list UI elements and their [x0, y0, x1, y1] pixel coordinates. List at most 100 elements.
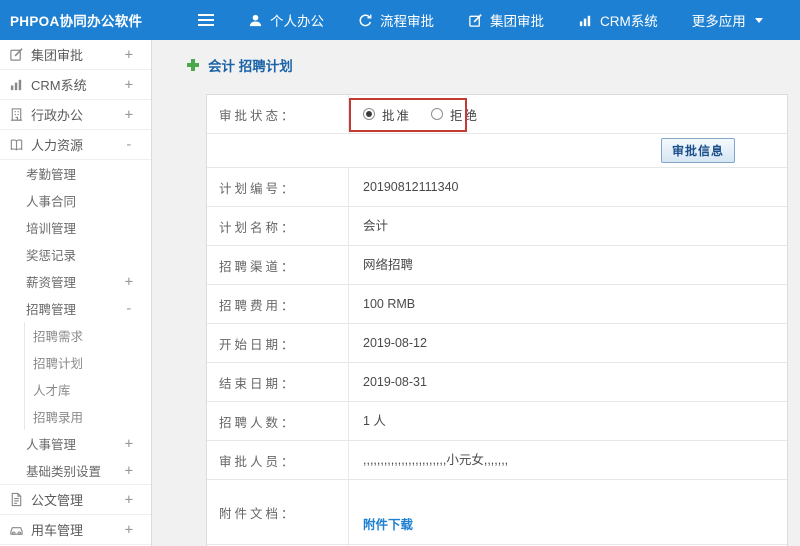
- sidebar-item-recruit-hire[interactable]: 招聘录用: [24, 403, 151, 430]
- collapse-icon[interactable]: -: [125, 137, 137, 153]
- radio-button-icon[interactable]: [363, 108, 375, 120]
- field-label: 附件文档：: [207, 480, 349, 544]
- sidebar-item-label: 招聘录用: [33, 411, 84, 425]
- field-label: 审批状态：: [207, 95, 349, 133]
- page-title-text: 会计 招聘计划: [208, 59, 293, 74]
- sidebar-item-talent-pool[interactable]: 人才库: [24, 376, 151, 403]
- approval-info-button[interactable]: 审批信息: [660, 138, 735, 163]
- nav-process-approval[interactable]: 流程审批: [358, 10, 434, 30]
- sidebar-item-document-mgmt[interactable]: 公文管理 +: [0, 485, 151, 515]
- sidebar-item-human-resources[interactable]: 人力资源 -: [0, 130, 151, 160]
- sidebar-item-label: CRM系统: [31, 78, 87, 93]
- sidebar-item-vehicle-mgmt[interactable]: 用车管理 +: [0, 515, 151, 545]
- radio-label[interactable]: 批准: [382, 105, 411, 124]
- field-label: 审批人员：: [207, 441, 349, 479]
- approval-info-row: 审批信息: [207, 134, 787, 168]
- sidebar-item-label: 人事合同: [26, 195, 77, 209]
- expand-icon[interactable]: +: [125, 107, 137, 123]
- field-value: 2019-08-12: [363, 336, 427, 350]
- nav-label: CRM系统: [600, 14, 658, 29]
- sidebar-item-rewards[interactable]: 奖惩记录: [0, 241, 151, 268]
- menu-toggle-icon[interactable]: [198, 14, 214, 26]
- sidebar-item-label: 培训管理: [26, 222, 77, 236]
- plus-icon: [186, 58, 200, 72]
- table-row: 审批人员： ,,,,,,,,,,,,,,,,,,,,,,,,小元女,,,,,,,: [207, 441, 787, 480]
- book-icon: [9, 137, 24, 152]
- nav-label: 集团审批: [490, 14, 544, 29]
- nav-label: 更多应用: [691, 14, 746, 29]
- expand-icon[interactable]: +: [125, 274, 137, 290]
- nav-crm-system[interactable]: CRM系统: [578, 10, 658, 30]
- sidebar: 集团审批 + CRM系统 + 行政办公 + 人力资源 - 考勤管理 人事合同 培…: [0, 40, 152, 546]
- sidebar-item-label: 考勤管理: [26, 168, 77, 182]
- person-icon: [248, 13, 263, 28]
- field-value: 会计: [363, 219, 389, 233]
- sidebar-item-label: 用车管理: [31, 523, 84, 538]
- app-logo: PHPOA协同办公软件: [10, 14, 143, 29]
- field-label: 计划编号：: [207, 168, 349, 206]
- expand-icon[interactable]: +: [125, 522, 137, 538]
- table-row: 结束日期： 2019-08-31: [207, 363, 787, 402]
- table-row: 计划名称： 会计: [207, 207, 787, 246]
- attachment-row: 附件文档： 附件下载: [207, 480, 787, 545]
- expand-icon[interactable]: +: [125, 47, 137, 63]
- sidebar-item-crm[interactable]: CRM系统 +: [0, 70, 151, 100]
- sidebar-item-label: 招聘计划: [33, 357, 84, 371]
- sidebar-item-attendance[interactable]: 考勤管理: [0, 160, 151, 187]
- recruit-plan-form: 审批状态： 批准 拒绝 审批信息 计划编号： 20190812111340 计划…: [206, 94, 788, 546]
- nav-label: 个人办公: [270, 14, 324, 29]
- nav-more-apps[interactable]: 更多应用: [692, 10, 763, 30]
- sidebar-item-label: 公文管理: [31, 493, 84, 508]
- field-value: 20190812111340: [363, 180, 459, 194]
- nav-personal-office[interactable]: 个人办公: [248, 10, 324, 30]
- sidebar-item-label: 薪资管理: [26, 276, 77, 290]
- car-icon: [9, 522, 24, 537]
- top-navigation: 个人办公 流程审批 集团审批 CRM系统 更多应用: [248, 10, 763, 30]
- expand-icon[interactable]: +: [125, 77, 137, 93]
- table-row: 招聘渠道： 网络招聘: [207, 246, 787, 285]
- table-row: 招聘费用： 100 RMB: [207, 285, 787, 324]
- sidebar-item-recruit-plan[interactable]: 招聘计划: [24, 349, 151, 376]
- sidebar-item-label: 人力资源: [31, 138, 84, 153]
- building-icon: [9, 107, 24, 122]
- chart-icon: [578, 13, 593, 28]
- sidebar-item-training[interactable]: 培训管理: [0, 214, 151, 241]
- sidebar-item-recruit-demand[interactable]: 招聘需求: [24, 322, 151, 349]
- sidebar-item-label: 奖惩记录: [26, 249, 77, 263]
- expand-icon[interactable]: +: [125, 463, 137, 479]
- main-content: 会计 招聘计划 审批状态： 批准 拒绝 审批信息 计划编号： 201908121…: [152, 40, 800, 546]
- page-title: 会计 招聘计划: [186, 55, 788, 75]
- field-value: 1 人: [363, 414, 386, 428]
- sidebar-item-recruit-mgmt[interactable]: 招聘管理 -: [0, 295, 151, 322]
- hr-submenu: 考勤管理 人事合同 培训管理 奖惩记录 薪资管理 + 招聘管理 - 招聘需求 招聘计…: [0, 160, 151, 485]
- sidebar-item-personnel-mgmt[interactable]: 人事管理 +: [0, 430, 151, 457]
- table-row: 招聘人数： 1 人: [207, 402, 787, 441]
- sidebar-item-label: 人事管理: [26, 438, 77, 452]
- nav-group-approval[interactable]: 集团审批: [468, 10, 544, 30]
- sidebar-item-base-category[interactable]: 基础类别设置 +: [0, 457, 151, 484]
- sidebar-item-hr-contract[interactable]: 人事合同: [0, 187, 151, 214]
- radio-approve[interactable]: 批准: [363, 105, 411, 124]
- field-value: 2019-08-31: [363, 375, 427, 389]
- collapse-icon[interactable]: -: [125, 301, 137, 317]
- sidebar-item-admin-office[interactable]: 行政办公 +: [0, 100, 151, 130]
- attachment-download-link[interactable]: 附件下载: [363, 518, 413, 532]
- expand-icon[interactable]: +: [125, 492, 137, 508]
- field-value: ,,,,,,,,,,,,,,,,,,,,,,,,小元女,,,,,,,: [363, 453, 509, 467]
- radio-button-icon[interactable]: [431, 108, 444, 120]
- table-row: 计划编号： 20190812111340: [207, 168, 787, 207]
- expand-icon[interactable]: +: [125, 436, 137, 452]
- field-label: 招聘人数：: [207, 402, 349, 440]
- sidebar-item-label: 基础类别设置: [26, 465, 102, 479]
- refresh-icon: [358, 13, 373, 28]
- sidebar-item-salary[interactable]: 薪资管理 +: [0, 268, 151, 295]
- field-label: 招聘渠道：: [207, 246, 349, 284]
- field-label: 开始日期：: [207, 324, 349, 362]
- sidebar-item-label: 集团审批: [31, 48, 84, 63]
- edit-icon: [9, 47, 24, 62]
- radio-label[interactable]: 拒绝: [450, 105, 479, 124]
- field-value: 100 RMB: [363, 297, 416, 311]
- approval-status-row: 审批状态： 批准 拒绝: [207, 95, 787, 134]
- radio-reject[interactable]: 拒绝: [431, 105, 479, 124]
- sidebar-item-group-approval[interactable]: 集团审批 +: [0, 40, 151, 70]
